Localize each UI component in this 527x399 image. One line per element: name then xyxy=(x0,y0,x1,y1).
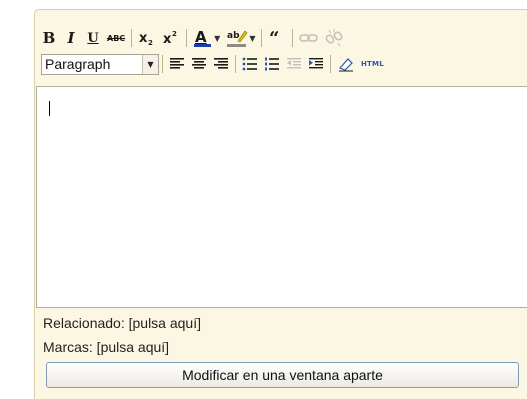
highlight-color-button[interactable]: ab ▼ xyxy=(223,27,258,49)
svg-text:“: “ xyxy=(269,30,279,46)
italic-button[interactable]: I xyxy=(60,27,82,49)
format-select[interactable]: Paragraph ▼ xyxy=(41,53,159,75)
blockquote-icon: “ xyxy=(269,30,279,46)
svg-text:x: x xyxy=(139,31,148,46)
svg-text:2: 2 xyxy=(172,30,177,38)
italic-icon: I xyxy=(67,29,75,47)
toolbar-row-formatting: B I U ABC x2 x2 A ▼ ab ▼ “ xyxy=(38,25,346,51)
chevron-down-icon[interactable]: ▼ xyxy=(214,34,220,43)
align-left-button[interactable] xyxy=(166,53,188,75)
indent-button[interactable] xyxy=(305,53,327,75)
align-right-icon xyxy=(214,58,228,69)
text-color-icon: A xyxy=(194,28,212,47)
html-icon: HTML xyxy=(361,60,384,68)
underline-button[interactable]: U xyxy=(82,27,104,49)
superscript-button[interactable]: x2 xyxy=(159,27,183,49)
subscript-icon: x2 xyxy=(139,31,153,46)
unlink-icon xyxy=(326,29,343,47)
open-in-window-button[interactable]: Modificar en una ventana aparte xyxy=(46,362,519,388)
toolbar-separator xyxy=(261,29,263,47)
svg-text:2: 2 xyxy=(148,39,153,46)
html-source-button[interactable]: HTML xyxy=(358,53,387,75)
toolbar-separator xyxy=(292,29,294,47)
strikethrough-icon: ABC xyxy=(107,33,126,43)
align-left-icon xyxy=(170,58,184,69)
related-link[interactable]: Relacionado: [pulsa aquí] xyxy=(43,315,201,331)
chevron-down-icon[interactable]: ▼ xyxy=(142,54,158,74)
rich-text-editor[interactable] xyxy=(36,86,527,308)
align-center-button[interactable] xyxy=(188,53,210,75)
insert-link-button[interactable] xyxy=(296,27,322,49)
subscript-button[interactable]: x2 xyxy=(135,27,159,49)
strikethrough-button[interactable]: ABC xyxy=(104,27,128,49)
numbered-list-button[interactable] xyxy=(261,53,283,75)
bold-icon: B xyxy=(42,29,56,47)
text-caret xyxy=(49,101,50,116)
underline-icon: U xyxy=(87,30,99,46)
bold-button[interactable]: B xyxy=(38,27,60,49)
toolbar-separator xyxy=(235,55,236,73)
format-select-value: Paragraph xyxy=(45,56,111,72)
svg-text:x: x xyxy=(163,32,172,46)
outdent-icon xyxy=(287,58,301,69)
toolbar-separator xyxy=(131,29,133,47)
superscript-icon: x2 xyxy=(163,30,177,46)
chevron-down-icon[interactable]: ▼ xyxy=(249,34,255,43)
outdent-button[interactable] xyxy=(283,53,305,75)
eraser-icon xyxy=(338,58,353,72)
bullet-list-button[interactable] xyxy=(239,53,261,75)
svg-text:A: A xyxy=(195,28,207,46)
align-right-button[interactable] xyxy=(210,53,232,75)
link-icon xyxy=(299,34,319,42)
highlight-icon: ab xyxy=(227,30,248,47)
toolbar-separator xyxy=(330,55,331,73)
text-color-button[interactable]: A ▼ xyxy=(190,27,223,49)
numbered-list-icon xyxy=(265,57,279,71)
toolbar-separator xyxy=(186,29,188,47)
align-center-icon xyxy=(192,58,206,69)
toolbar-separator xyxy=(162,55,163,73)
svg-text:ab: ab xyxy=(227,31,240,41)
unlink-button[interactable] xyxy=(322,27,346,49)
blockquote-button[interactable]: “ xyxy=(265,27,289,49)
indent-icon xyxy=(309,58,323,69)
remove-format-button[interactable] xyxy=(334,53,358,75)
tags-link[interactable]: Marcas: [pulsa aquí] xyxy=(43,339,169,355)
toolbar-row-layout: Paragraph ▼ HTML xyxy=(38,51,387,77)
bullet-list-icon xyxy=(242,57,257,71)
